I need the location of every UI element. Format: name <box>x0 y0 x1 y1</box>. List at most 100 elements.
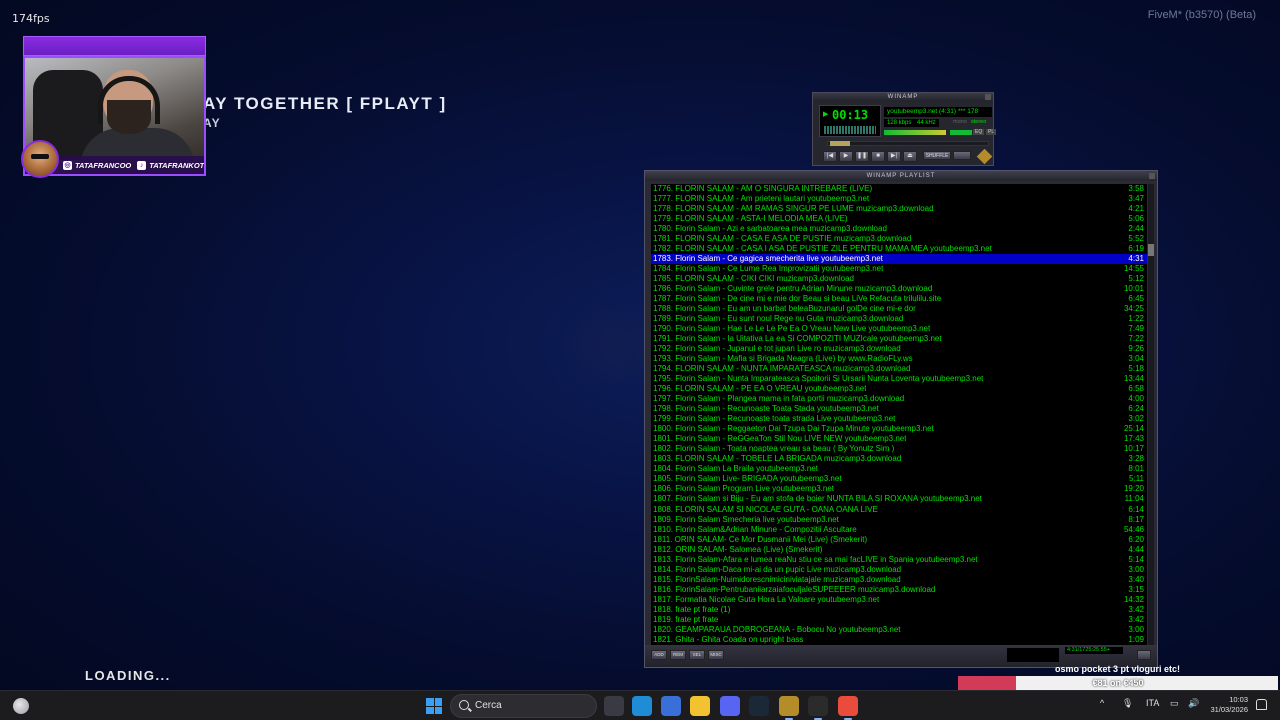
next-button[interactable]: ▶| <box>887 151 901 162</box>
file-explorer-icon[interactable] <box>690 696 710 716</box>
close-icon[interactable] <box>985 94 991 100</box>
playlist-row[interactable]: 1785. FLORIN SALAM - CIKI CIKI muzicamp3… <box>651 274 1147 284</box>
windows-start-icon[interactable] <box>426 698 442 714</box>
playlist-row[interactable]: 1799. Florin Salam - Recunoaste toata st… <box>651 414 1147 424</box>
tray-overflow-icon[interactable]: ^ <box>1100 698 1104 708</box>
microphone-icon[interactable]: 🎙 <box>1122 698 1133 709</box>
fivem-icon[interactable] <box>838 696 858 720</box>
play-button[interactable]: ▶ <box>839 151 853 162</box>
winamp-logo-icon[interactable] <box>976 148 993 165</box>
playlist-row[interactable]: 1779. FLORIN SALAM - ASTA-I MELODIA MEA … <box>651 214 1147 224</box>
misc-button[interactable]: MISC <box>708 650 724 660</box>
pause-button[interactable]: ❚❚ <box>855 151 869 162</box>
playlist-row[interactable]: 1787. Florin Salam - De cine mi e mie do… <box>651 294 1147 304</box>
shuffle-button[interactable]: SHUFFLE <box>923 151 951 160</box>
playlist-row[interactable]: 1806. Florin Salam Program Live youtubee… <box>651 484 1147 494</box>
playlist-row[interactable]: 1796. FLORIN SALAM - PE EA O VREAU youtu… <box>651 384 1147 394</box>
playlist-row[interactable]: 1809. Florin Salam Smecheria live youtub… <box>651 515 1147 525</box>
track-duration: 1:09 <box>1128 634 1144 644</box>
playlist-row[interactable]: 1794. FLORIN SALAM - NUNTA IMPARATEASCA … <box>651 364 1147 374</box>
playlist-row[interactable]: 1776. FLORIN SALAM - AM O SINGURA INTREB… <box>651 184 1147 194</box>
playlist-row[interactable]: 1804. Florin Salam La Braila youtubeemp3… <box>651 464 1147 474</box>
playlist-row[interactable]: 1807. Florin Salam si Biju - Eu am stofa… <box>651 494 1147 504</box>
playlist-row[interactable]: 1800. Florin Salam - Reggaeton Dai Tzupa… <box>651 424 1147 434</box>
network-icon[interactable]: ▭ <box>1170 698 1179 709</box>
playlist-row[interactable]: 1815. FlorinSalam-Nuimidorescnimicinivia… <box>651 575 1147 585</box>
track-title: 1804. Florin Salam La Braila youtubeemp3… <box>653 464 818 474</box>
playlist-titlebar[interactable]: WINAMP PLAYLIST <box>645 171 1157 181</box>
playlist-row[interactable]: 1802. Florin Salam - Toata noaptea vreau… <box>651 444 1147 454</box>
playlist-row[interactable]: 1782. FLORIN SALAM - CASA I ASA DE PUSTI… <box>651 244 1147 254</box>
playlist-row[interactable]: 1819. frate pt frate 3:42 <box>651 615 1147 625</box>
list-options-button[interactable] <box>1137 650 1151 660</box>
playlist-row[interactable]: 1781. FLORIN SALAM - CASA E ASA DE PUSTI… <box>651 234 1147 244</box>
playlist-row[interactable]: 1801. Florin Salam - ReGGeaTon Stil Nou … <box>651 434 1147 444</box>
loading-label: LOADING... <box>85 668 171 683</box>
playlist-row[interactable]: 1811. ORIN SALAM- Ce Mor Dusmanii Mei (L… <box>651 535 1147 545</box>
taskbar-search[interactable]: Cerca <box>450 694 597 718</box>
store-icon[interactable] <box>661 696 681 716</box>
eject-button[interactable]: ⏏ <box>903 151 917 162</box>
balance-slider[interactable] <box>950 130 972 135</box>
select-button[interactable]: SEL <box>689 650 705 660</box>
playlist-row[interactable]: 1790. Florin Salam - Hae Le Le Le Pe Ea … <box>651 324 1147 334</box>
volume-slider[interactable] <box>884 130 946 135</box>
playlist-row[interactable]: 1778. FLORIN SALAM - AM RAMAS SINGUR PE … <box>651 204 1147 214</box>
playlist-row[interactable]: 1777. FLORIN SALAM - Am prieteni lautari… <box>651 194 1147 204</box>
winamp-main-window[interactable]: WINAMP ▶ 00:13 youtubeemp3.net (4:31) **… <box>812 92 997 166</box>
stop-button[interactable]: ■ <box>871 151 885 162</box>
playlist-row[interactable]: 1817. Formatia Nicolae Guta Hora La Valo… <box>651 595 1147 605</box>
playlist-row[interactable]: 1793. Florin Salam - Mafia si Brigada Ne… <box>651 354 1147 364</box>
playlist-row[interactable]: 1786. Florin Salam - Cuvinte grele pentr… <box>651 284 1147 294</box>
winamp-playlist-window[interactable]: WINAMP PLAYLIST 1776. FLORIN SALAM - AM … <box>644 170 1158 668</box>
playlist-row[interactable]: 1783. Florin Salam - Ce gagica smecherit… <box>651 254 1147 265</box>
playlist-row[interactable]: 1821. Ghita - Ghita Coada on upright bas… <box>651 635 1147 645</box>
playlist-row[interactable]: 1780. Florin Salam - Azi e sarbatoarea m… <box>651 224 1147 234</box>
playlist-row[interactable]: 1789. Florin Salam - Eu sunt noul Rege n… <box>651 314 1147 324</box>
winamp-titlebar[interactable]: WINAMP <box>813 93 993 102</box>
playlist-row[interactable]: 1791. Florin Salam - Ia Uitativa La ea S… <box>651 334 1147 344</box>
scrollbar-thumb[interactable] <box>1148 244 1154 256</box>
winamp-time-display[interactable]: ▶ 00:13 <box>819 105 881 137</box>
playlist-row[interactable]: 1803. FLORIN SALAM - TOBELE LA BRIGADA m… <box>651 454 1147 464</box>
add-button[interactable]: ADD <box>651 650 667 660</box>
volume-icon[interactable]: 🔊 <box>1188 698 1199 709</box>
playlist-row[interactable]: 1814. Florin Salam-Daca mi-ai da un pupi… <box>651 565 1147 575</box>
playlist-row[interactable]: 1820. GEAMPARAUA DOBROGEANA - Bobocu No … <box>651 625 1147 635</box>
playlist-row[interactable]: 1808. FLORIN SALAM SI NICOLAE GUTA - OAN… <box>651 505 1147 515</box>
repeat-button[interactable] <box>953 151 971 160</box>
seek-thumb[interactable] <box>830 141 850 146</box>
language-indicator[interactable]: ITA <box>1146 698 1159 708</box>
playlist-row[interactable]: 1788. Florin Salam - Eu am un barbat bel… <box>651 304 1147 314</box>
obs-icon[interactable] <box>808 696 828 720</box>
playlist-row[interactable]: 1805. Florin Salam Live- BRIGADA youtube… <box>651 474 1147 484</box>
playlist-row[interactable]: 1816. FlorinSalam-Pentrubaniiarzaiafocul… <box>651 585 1147 595</box>
seek-bar[interactable] <box>827 141 989 146</box>
playlist-row[interactable]: 1810. Florin Salam&Adrian Minune - Compo… <box>651 525 1147 535</box>
eq-toggle-button[interactable]: EQ <box>973 129 985 135</box>
task-view-icon[interactable] <box>604 696 624 716</box>
track-title: 1819. frate pt frate <box>653 614 719 624</box>
playlist-row[interactable]: 1813. Florin Salam-Afara e lumea reaNu s… <box>651 555 1147 565</box>
widgets-icon[interactable] <box>13 698 29 714</box>
close-icon[interactable] <box>1149 173 1155 179</box>
notification-bell-icon[interactable] <box>1256 699 1267 710</box>
playlist-row[interactable]: 1795. Florin Salam - Nunta Imparateasca … <box>651 374 1147 384</box>
playlist-row[interactable]: 1784. Florin Salam - Ce Lume Rea Improvi… <box>651 264 1147 274</box>
previous-button[interactable]: |◀ <box>823 151 837 162</box>
steam-icon[interactable] <box>749 696 769 716</box>
playlist-row[interactable]: 1797. Florin Salam - Plangea mama in fat… <box>651 394 1147 404</box>
winamp-icon[interactable] <box>779 696 799 720</box>
taskbar-clock[interactable]: 10:03 31/03/2026 <box>1204 695 1248 715</box>
playlist-row[interactable]: 1818. frate pt frate (1) 3:42 <box>651 605 1147 615</box>
discord-icon[interactable] <box>720 696 740 716</box>
playlist-row[interactable]: 1792. Florin Salam - Jupanul e tot jupan… <box>651 344 1147 354</box>
remove-button[interactable]: REM <box>670 650 686 660</box>
playlist-row[interactable]: 1812. ORIN SALAM- Salomea (Live) (Smeker… <box>651 545 1147 555</box>
playlist-list[interactable]: 1776. FLORIN SALAM - AM O SINGURA INTREB… <box>651 184 1147 646</box>
edge-icon[interactable] <box>632 696 652 716</box>
visualizer[interactable] <box>824 126 876 134</box>
playlist-scrollbar[interactable] <box>1148 184 1154 646</box>
playlist-row[interactable]: 1798. Florin Salam - Recunoaste Toata St… <box>651 404 1147 414</box>
playlist-toggle-button[interactable]: PL <box>986 129 997 135</box>
